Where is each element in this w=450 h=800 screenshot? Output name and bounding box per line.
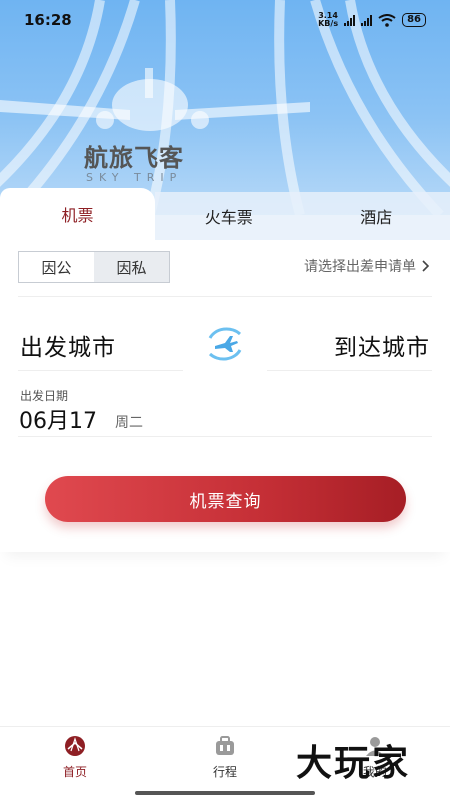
brand-logo: 航旅飞客 SKY TRIP [84, 138, 184, 184]
flight-search-card: 因公 因私 请选择出差申请单 出发城市 到达城市 出发日期 06月17 周二 机… [0, 240, 450, 552]
watermark-text: 大玩家 [296, 743, 411, 784]
trip-type-business[interactable]: 因公 [19, 252, 94, 282]
departure-date-field[interactable]: 06月17 [19, 403, 97, 435]
brand-name-cn: 航旅飞客 [84, 144, 184, 172]
trip-type-personal[interactable]: 因私 [94, 252, 169, 282]
plane-swap-icon [208, 327, 242, 361]
tab-train[interactable]: 火车票 [154, 192, 303, 240]
nav-home-label: 首页 [62, 765, 87, 779]
cell-signal-icon-2 [361, 14, 373, 26]
luggage-icon [216, 736, 234, 755]
departure-date-label: 出发日期 [20, 389, 69, 403]
flight-search-button[interactable]: 机票查询 [45, 476, 406, 522]
departure-weekday: 周二 [115, 415, 143, 431]
cell-signal-icon [344, 14, 356, 26]
divider [18, 296, 432, 297]
home-indicator[interactable] [135, 791, 315, 795]
wifi-icon [378, 13, 396, 27]
nav-home[interactable]: 首页 [0, 727, 150, 800]
nav-trips[interactable]: 行程 [150, 727, 300, 800]
chevron-right-icon [422, 260, 430, 272]
battery-indicator: 86 [402, 13, 426, 27]
tab-hotel[interactable]: 酒店 [302, 192, 450, 240]
divider [18, 370, 183, 371]
select-travel-application-link[interactable]: 请选择出差申请单 [304, 256, 430, 276]
divider [18, 436, 432, 437]
status-icons: 3.14 KB/s 86 [318, 12, 426, 28]
trip-type-toggle: 因公 因私 [18, 251, 170, 283]
home-plane-icon [65, 736, 85, 756]
booking-tabs: 机票 火车票 酒店 [0, 188, 450, 240]
divider [267, 370, 432, 371]
departure-city-field[interactable]: 出发城市 [20, 328, 116, 362]
tab-flight[interactable]: 机票 [0, 188, 155, 240]
status-bar: 16:28 3.14 KB/s 86 [0, 0, 450, 40]
brand-name-en: SKY TRIP [86, 171, 183, 184]
arrival-city-field[interactable]: 到达城市 [334, 328, 430, 362]
network-speed: 3.14 KB/s [318, 11, 339, 28]
nav-trips-label: 行程 [212, 765, 237, 779]
apply-link-label: 请选择出差申请单 [304, 259, 416, 275]
swap-cities-button[interactable] [200, 324, 250, 364]
status-time: 16:28 [24, 11, 72, 29]
